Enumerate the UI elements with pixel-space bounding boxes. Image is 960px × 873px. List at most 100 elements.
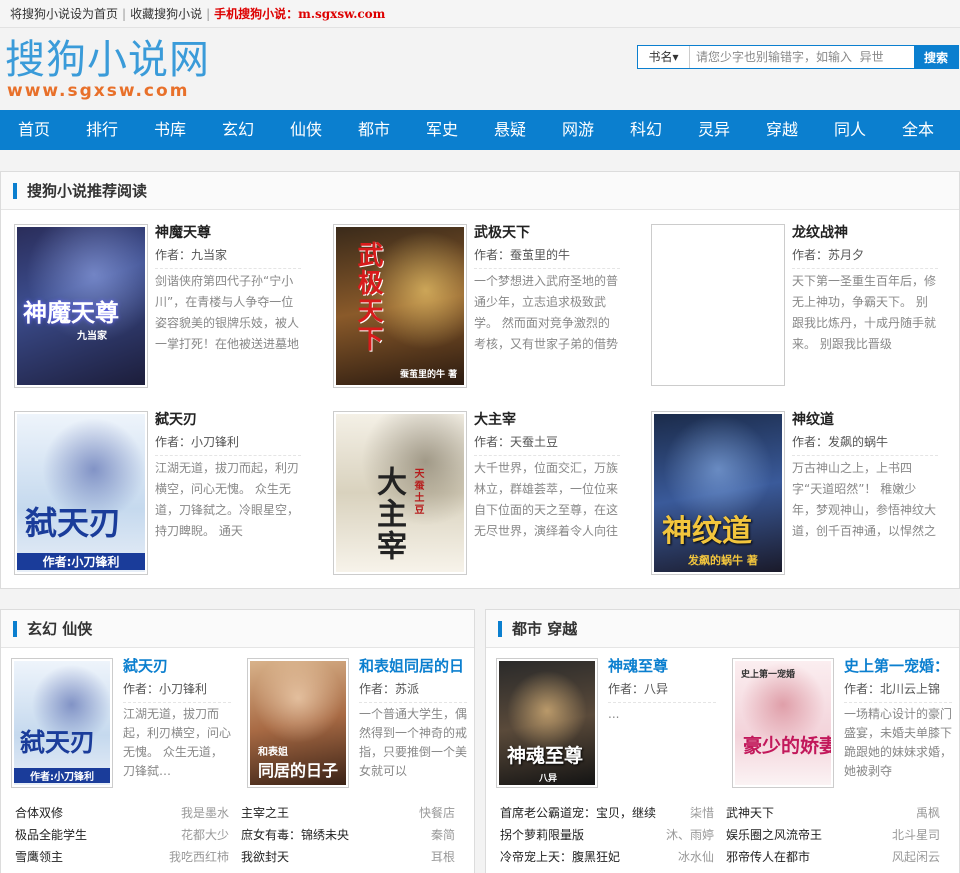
book-cover[interactable]: 弑天刃 作者:小刀锋利 [14,411,148,575]
list-item-title[interactable]: 极品全能学生 [15,824,87,846]
list-item[interactable]: 极品全能学生 花都大少 [15,824,229,846]
book-title[interactable]: 弑天刃 [123,656,233,677]
nav-item-junshi[interactable]: 军史 [408,110,476,150]
list-item[interactable]: 合体双修 我是墨水 [15,802,229,824]
list-item[interactable]: 庶女有毒：锦绣未央 秦简 [241,824,455,846]
book-desc: 万古神山之上，上书四字“天道昭然”！ 稚嫩少年，梦观神山，参悟神纹大道，创千百神… [792,455,938,539]
cover-author: 发飙的蜗牛 著 [688,554,758,567]
list-item-author[interactable]: 快餐店 [419,802,455,824]
list-item[interactable]: 武神天下 禹枫 [726,802,940,824]
list-item-title[interactable]: 娱乐圈之风流帝王 [726,824,822,846]
list-item-author[interactable]: 我吃西红柿 [169,846,229,868]
site-logo[interactable]: 搜狗小说网 www.sgxsw.com [5,38,210,100]
list-item-author[interactable]: 风起闲云 [892,846,940,868]
cover-author: 九当家 [77,331,107,342]
book-title[interactable]: 神纹道 [792,409,834,429]
list-item-title[interactable]: 合体双修 [15,802,63,824]
list-item-author[interactable]: 秦简 [431,824,455,846]
cover-author: 史上第一宠婚 [741,670,796,680]
search-input[interactable] [690,46,914,68]
list-item[interactable]: 我欲封天 耳根 [241,846,455,868]
cover-title: 豪少的娇妻 [743,735,831,757]
nav-item-home[interactable]: 首页 [0,110,68,150]
list-item-title[interactable]: 冷帝宠上天：腹黑狂妃 [500,846,620,868]
book-desc: 天下第一圣重生百年后，修无上神功，争霸天下。 别跟我比炼丹，十成丹随手就来。 别… [792,268,938,352]
list-item-title[interactable]: 庶女有毒：锦绣未央 [241,824,349,846]
cover-author: 天蚕土豆 [412,468,423,516]
list-item-author[interactable]: 北斗星司 [892,824,940,846]
list-item[interactable]: 首席老公霸道宠：宝贝，继续 柒惜 [500,802,714,824]
list-item-title[interactable]: 雪鹰领主 [15,846,63,868]
separator: | [206,7,211,21]
list-item-title[interactable]: 武神天下 [726,802,774,824]
nav-item-rank[interactable]: 排行 [68,110,136,150]
list-item-author[interactable]: 冰水仙 [678,846,714,868]
book-title[interactable]: 神魂至尊 [608,656,718,677]
list-item-author[interactable]: 花都大少 [181,824,229,846]
list-item[interactable]: 拐个萝莉限量版 沐、雨婷 [500,824,714,846]
book-cover[interactable]: 神魂至尊 八异 [496,658,598,788]
list-item-author[interactable]: 耳根 [431,846,455,868]
cover-author: 作者:小刀锋利 [14,768,110,783]
list-item-title[interactable]: 首席老公霸道宠：宝贝，继续 [500,802,656,824]
list-item-author[interactable]: 沐、雨婷 [666,824,714,846]
book-title[interactable]: 神魔天尊 [155,222,211,242]
book-list: 合体双修 我是墨水 极品全能学生 花都大少 雪鹰领主 我吃西红柿 [15,802,229,868]
nav-item-kehuan[interactable]: 科幻 [612,110,680,150]
list-item-author[interactable]: 柒惜 [690,802,714,824]
book-cover[interactable]: 大主宰 天蚕土豆 [333,411,467,575]
nav-item-xuanhuan[interactable]: 玄幻 [204,110,272,150]
book-title[interactable]: 武极天下 [474,222,530,242]
nav-item-wangyou[interactable]: 网游 [544,110,612,150]
cover-title: 弑天刃 [25,504,122,542]
book-cover[interactable]: 神纹道 发飙的蜗牛 著 [651,411,785,575]
list-item-title[interactable]: 邪帝传人在都市 [726,846,810,868]
search-button[interactable]: 搜索 [914,46,958,68]
nav-item-xianxia[interactable]: 仙侠 [272,110,340,150]
nav-item-lingyi[interactable]: 灵异 [680,110,748,150]
book-cover[interactable]: 弑天刃 作者:小刀锋利 [11,658,113,788]
book-author: 作者：天蚕土豆 [474,435,559,449]
set-home-link[interactable]: 将搜狗小说设为首页 [10,7,118,21]
book-title[interactable]: 和表姐同居的日 [359,656,469,677]
book-desc: 大千世界，位面交汇，万族林立，群雄荟萃，一位位来自下位面的天之至尊，在这无尽世界… [474,455,620,539]
list-item-author[interactable]: 禹枫 [916,802,940,824]
nav-item-xuanyi[interactable]: 悬疑 [476,110,544,150]
book-title[interactable]: 大主宰 [474,409,516,429]
search-type-select[interactable]: 书名▾ [638,46,690,68]
section-title: 玄幻 仙侠 [1,610,474,648]
list-item-title[interactable]: 拐个萝莉限量版 [500,824,584,846]
list-item[interactable]: 雪鹰领主 我吃西红柿 [15,846,229,868]
recommend-section: 搜狗小说推荐阅读 神魔天尊 九当家 神魔天尊 作者：九当家 剑谐侠府第四代子孙“… [0,171,960,589]
list-item[interactable]: 冷帝宠上天：腹黑狂妃 冰水仙 [500,846,714,868]
nav-item-chuanyue[interactable]: 穿越 [748,110,816,150]
book-title[interactable]: 龙纹战神 [792,222,848,242]
list-item-title[interactable]: 主宰之王 [241,802,289,824]
nav-item-library[interactable]: 书库 [136,110,204,150]
bookmark-link[interactable]: 收藏搜狗小说 [130,7,202,21]
book-cover[interactable] [651,224,785,386]
mobile-url: m.sgxsw.com [298,7,386,21]
book-desc: ... [608,702,716,778]
list-item[interactable]: 娱乐圈之风流帝王 北斗星司 [726,824,940,846]
list-item[interactable]: 邪帝传人在都市 风起闲云 [726,846,940,868]
list-item-title[interactable]: 我欲封天 [241,846,289,868]
nav-item-tongren[interactable]: 同人 [816,110,884,150]
cover-title: 同居的日子 [258,761,339,780]
book-title[interactable]: 史上第一宠婚： [844,656,954,677]
cover-title: 神魂至尊 [507,745,584,767]
book-cover[interactable]: 神魔天尊 九当家 [14,224,148,388]
mobile-site-link[interactable]: 手机搜狗小说：m.sgxsw.com [214,7,385,21]
nav-item-dushi[interactable]: 都市 [340,110,408,150]
book-cover[interactable]: 史上第一宠婚 豪少的娇妻 [732,658,834,788]
cover-author: 蚕茧里的牛 著 [400,370,458,380]
book-author: 作者：苏派 [359,682,420,696]
book-cover[interactable]: 和表姐 同居的日子 [247,658,349,788]
list-item-author[interactable]: 我是墨水 [181,802,229,824]
book-title[interactable]: 弑天刃 [155,409,197,429]
nav-item-quanben[interactable]: 全本 [884,110,952,150]
logo-text: 搜狗小说网 [5,37,210,83]
list-item[interactable]: 主宰之王 快餐店 [241,802,455,824]
book-cover[interactable]: 武极天下 蚕茧里的牛 著 [333,224,467,388]
section-title: 搜狗小说推荐阅读 [1,172,959,210]
